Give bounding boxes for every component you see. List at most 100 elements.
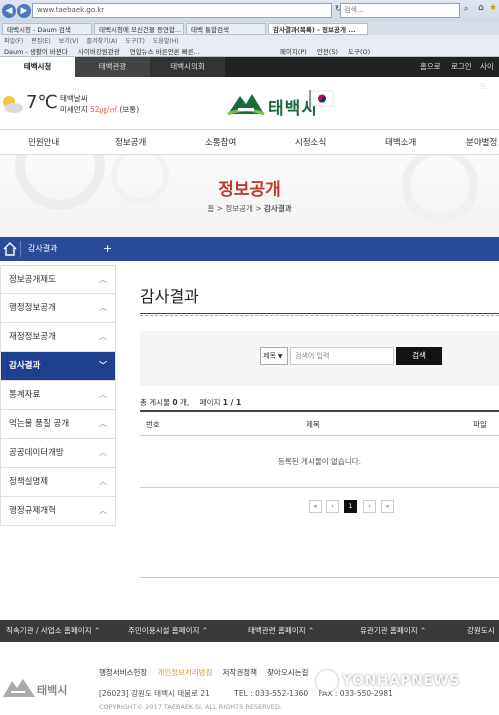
sidebar-item-label: 통계자료 <box>9 390 41 400</box>
empty-message: 등록된 게시물이 없습니다. <box>140 436 499 488</box>
footer-menu: 행정서비스헌장 개인정보처리방침 저작권정책 찾아오시는길 <box>99 667 318 678</box>
nav-by-field[interactable]: 분야별정 <box>466 130 497 156</box>
page-menu[interactable]: 페이지(P) <box>280 46 307 56</box>
col-file: 파일 <box>473 420 487 429</box>
favorite-link[interactable]: 연합뉴스 바른언론 빠른... <box>130 46 200 56</box>
sidebar-item-statistics[interactable]: 통계자료 ︿ <box>0 381 116 410</box>
footer-link-affiliated[interactable]: 직속기관 / 사업소 홈페이지 ⌃ <box>6 620 100 642</box>
breadcrumb: 홈 > 정보공개 > 감사결과 <box>0 203 499 214</box>
forward-icon[interactable]: ▶ <box>17 4 31 18</box>
browser-tab[interactable]: 태백 통합검색 <box>186 23 266 35</box>
sidebar-item-label: 정책실명제 <box>9 477 49 487</box>
browser-tab-active[interactable]: 감사결과(목록) - 정보공개 ... <box>268 23 368 35</box>
breadcrumb-item[interactable]: 정보공개 <box>225 204 253 213</box>
post-count: 총 게시물 0 개, 페이지 1 / 1 <box>140 397 241 408</box>
search-field-select[interactable]: 제목 ▼ <box>260 347 288 365</box>
nav-info-disclosure[interactable]: 정보공개 <box>115 130 146 156</box>
menu-item[interactable]: 보기(V) <box>59 36 79 45</box>
footer-menu-directions[interactable]: 찾아오시는길 <box>267 667 308 678</box>
login-link[interactable]: 로그인 <box>451 57 472 77</box>
sidebar-item-label: 행정규제개혁 <box>9 506 56 516</box>
nav-civil-service[interactable]: 민원안내 <box>28 130 59 156</box>
last-page-button[interactable]: » <box>381 500 394 513</box>
main-navigation: 민원안내 정보공개 소통참여 시정소식 태백소개 분야별정 <box>0 129 499 155</box>
search-icon[interactable]: ⌕ <box>464 4 468 14</box>
location-label[interactable]: 감사결과 <box>28 237 57 261</box>
sidebar-item-label: 정보공개제도 <box>9 275 56 285</box>
browser-tab[interactable]: 태백시청 - Daum 검색 <box>2 23 92 35</box>
chevron-up-icon: ︿ <box>99 448 107 457</box>
back-icon[interactable]: ◀ <box>2 4 16 18</box>
taebaek-logo-mountain-icon[interactable] <box>226 88 266 118</box>
search-button[interactable]: 검색 <box>396 347 442 365</box>
first-page-button[interactable]: « <box>309 500 322 513</box>
sidebar-item-label: 감사결과 <box>9 361 41 371</box>
sitemap-link[interactable]: 사이트 <box>480 57 499 97</box>
count-prefix: 총 게시물 <box>140 398 170 407</box>
nav-about-taebaek[interactable]: 태백소개 <box>385 130 416 156</box>
section-title: 정보공개 <box>218 180 281 200</box>
breadcrumb-current: 감사결과 <box>264 204 292 213</box>
chevron-down-icon: ﹀ <box>99 361 107 370</box>
home-icon[interactable]: ⌂ <box>478 3 484 13</box>
sidebar-item-label: 재정정보공개 <box>9 332 56 342</box>
footer-link-gangwon[interactable]: 강원도시 <box>467 620 495 642</box>
menu-item[interactable]: 도움말(H) <box>153 36 179 45</box>
footer-menu-privacy[interactable]: 개인정보처리방침 <box>157 667 212 678</box>
sidebar-item-finance-info[interactable]: 재정정보공개 ︿ <box>0 323 116 352</box>
sidebar-item-audit-results[interactable]: 감사결과 ﹀ <box>0 352 116 381</box>
nav-city-news[interactable]: 시정소식 <box>295 130 326 156</box>
sidebar-item-admin-info[interactable]: 행정정보공개 ︿ <box>0 294 116 323</box>
chevron-up-icon: ︿ <box>99 419 107 428</box>
content-bottom-divider <box>140 577 499 578</box>
menu-item[interactable]: 즐겨찾기(A) <box>87 36 118 45</box>
footer-menu-charter[interactable]: 행정서비스헌장 <box>99 667 147 678</box>
page-title: 감사결과 <box>140 287 199 306</box>
site-tab-tourism[interactable]: 태백관광 <box>75 57 150 77</box>
home-link[interactable]: 홈으로 <box>420 57 441 77</box>
sidebar-item-policy-name[interactable]: 정책실명제 ︿ <box>0 468 116 497</box>
location-expand-plus-icon[interactable]: + <box>103 237 112 261</box>
browser-address-row: ◀ ▶ www.taebaek.go.kr ↻ 검색... ⌕ ⌂ ★ <box>0 0 499 22</box>
nav-participation[interactable]: 소통참여 <box>205 130 236 156</box>
favorite-link[interactable]: Daum - 생활이 바뀐다 <box>4 46 68 56</box>
site-tab-council[interactable]: 태백시의회 <box>150 57 225 77</box>
favorites-star-icon[interactable]: ★ <box>489 3 497 13</box>
sidebar-item-label: 먹는물 품질 공개 <box>9 419 70 429</box>
sidebar-item-open-data[interactable]: 공공데이터개방 ︿ <box>0 439 116 468</box>
address-bar[interactable]: www.taebaek.go.kr <box>32 3 332 18</box>
site-top-bar: 태백시청 태백관광 태백시의회 홈으로 로그인 사이트 <box>0 57 499 91</box>
chevron-up-icon: ︿ <box>99 506 107 515</box>
favorite-link[interactable]: 사이버강원관광 <box>78 46 120 56</box>
footer-menu-copyright[interactable]: 저작권정책 <box>223 667 258 678</box>
footer-link-agencies[interactable]: 유관기관 홈페이지 ⌃ <box>360 620 426 642</box>
footer-logo-mountain-icon <box>3 679 35 697</box>
chevron-up-icon: ︿ <box>99 303 107 312</box>
sidebar-item-info-system[interactable]: 정보공개제도 ︿ <box>0 265 116 294</box>
sidebar-item-water-quality[interactable]: 먹는물 품질 공개 ︿ <box>0 410 116 439</box>
browser-tab[interactable]: 태백시청에 모신건물 등연합... <box>94 23 184 35</box>
browser-tab-strip: 태백시청 - Daum 검색 태백시청에 모신건물 등연합... 태백 통합검색… <box>0 22 499 35</box>
home-icon[interactable] <box>0 237 20 261</box>
page-label: 페이지 <box>199 398 221 407</box>
footer-link-facilities[interactable]: 주민이용시설 홈페이지 ⌃ <box>128 620 208 642</box>
next-page-button[interactable]: › <box>363 500 376 513</box>
menu-item[interactable]: 도구(T) <box>125 36 144 45</box>
safety-menu[interactable]: 안전(S) <box>317 46 338 56</box>
tools-menu[interactable]: 도구(O) <box>348 46 370 56</box>
sidebar-item-regulation-reform[interactable]: 행정규제개혁 ︿ <box>0 497 116 526</box>
site-tab-cityhall[interactable]: 태백시청 <box>0 57 75 77</box>
menu-item[interactable]: 파일(F) <box>4 36 23 45</box>
browser-search-input[interactable]: 검색... <box>340 3 460 18</box>
footer-link-related[interactable]: 태백관련 홈페이지 ⌃ <box>248 620 314 642</box>
menu-item[interactable]: 편집(E) <box>31 36 51 45</box>
footer-link-bar: 직속기관 / 사업소 홈페이지 ⌃ 주민이용시설 홈페이지 ⌃ 태백관련 홈페이… <box>0 620 499 642</box>
prev-page-button[interactable]: ‹ <box>326 500 339 513</box>
breadcrumb-home[interactable]: 홈 <box>207 204 214 213</box>
korean-flag-icon <box>309 90 334 112</box>
watermark-text: YONHAPNEWS <box>342 673 460 689</box>
search-input[interactable]: 검색어 입력 <box>290 347 394 365</box>
sidebar-item-label: 공공데이터개방 <box>9 448 64 458</box>
page-1-button[interactable]: 1 <box>344 500 357 513</box>
address: [26023] 강원도 태백시 태붐로 21 <box>99 689 210 698</box>
